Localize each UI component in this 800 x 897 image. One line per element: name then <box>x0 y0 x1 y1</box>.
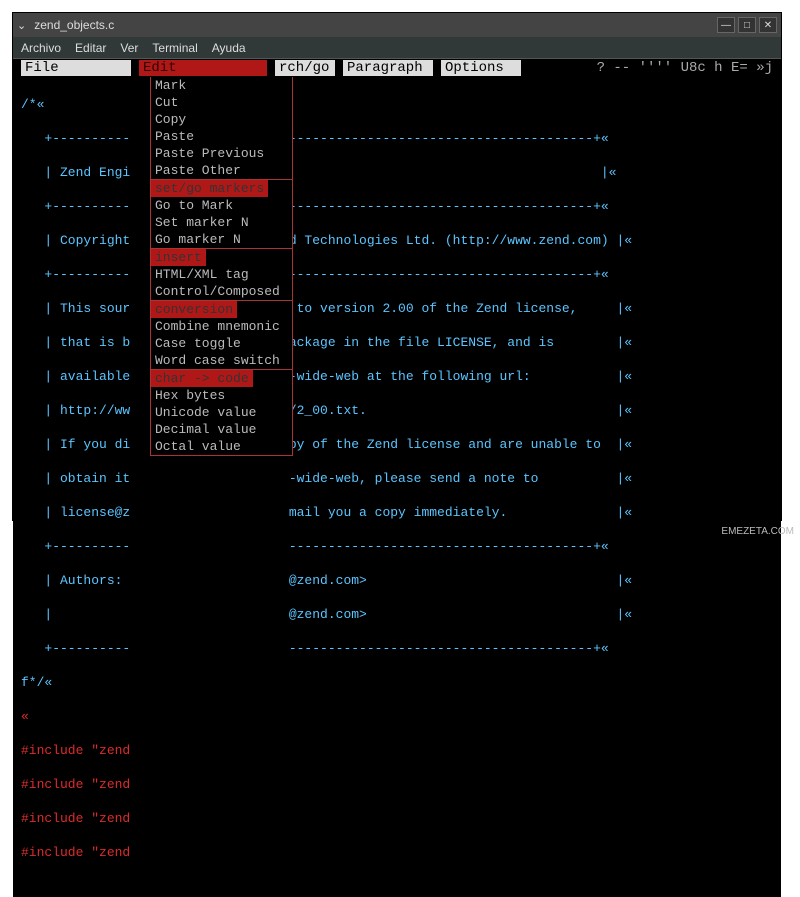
menu-ver[interactable]: Ver <box>120 41 138 55</box>
maximize-button[interactable]: □ <box>738 17 756 33</box>
menu-heading-charcode: char -> code <box>151 370 253 387</box>
menu-item-mark[interactable]: Mark <box>151 77 292 94</box>
menu-editar[interactable]: Editar <box>75 41 106 55</box>
topbar-options[interactable]: Options <box>441 60 521 76</box>
menu-item-combine-mnemonic[interactable]: Combine mnemonic <box>151 318 292 335</box>
topbar-search[interactable]: rch/go <box>275 60 335 76</box>
menu-item-word-case[interactable]: Word case switch <box>151 352 292 369</box>
window-controls: — □ ✕ <box>717 17 777 33</box>
src-line: | This sour <box>21 301 138 316</box>
src-line: @zend.com> |« <box>281 573 632 588</box>
src-line: -wide-web, please send a note to |« <box>281 471 632 486</box>
src-line: @zend.com> |« <box>281 607 632 622</box>
src-line: « <box>21 709 29 724</box>
src-line: mail you a copy immediately. |« <box>281 505 632 520</box>
src-line: | available <box>21 369 138 384</box>
src-line: ---------------------------------------+… <box>281 131 609 146</box>
src-line: #include "zend <box>21 811 130 826</box>
topbar-status: ? -- '''' U8c h E= »j <box>597 60 773 76</box>
src-line: | Zend Engi <box>21 165 138 180</box>
menu-item-cut[interactable]: Cut <box>151 94 292 111</box>
src-line: | that is b <box>21 335 138 350</box>
topbar-paragraph[interactable]: Paragraph <box>343 60 433 76</box>
src-line: ---------------------------------------+… <box>281 267 609 282</box>
menu-item-goto-mark[interactable]: Go to Mark <box>151 197 292 214</box>
src-line: | license@z <box>21 505 138 520</box>
close-button[interactable]: ✕ <box>759 17 777 33</box>
src-line: ackage in the file LICENSE, and is |« <box>281 335 632 350</box>
src-line: ---------------------------------------+… <box>281 641 609 656</box>
src-line: -wide-web at the following url: |« <box>281 369 632 384</box>
window-title: zend_objects.c <box>34 18 114 32</box>
menu-item-unicode[interactable]: Unicode value <box>151 404 292 421</box>
menu-item-paste[interactable]: Paste <box>151 128 292 145</box>
titlebar[interactable]: ⌄ zend_objects.c — □ ✕ <box>13 13 781 37</box>
menu-item-set-marker[interactable]: Set marker N <box>151 214 292 231</box>
terminal-window: ⌄ zend_objects.c — □ ✕ Archivo Editar Ve… <box>12 12 782 521</box>
menu-item-control-composed[interactable]: Control/Composed <box>151 283 292 300</box>
terminal-menubar: Archivo Editar Ver Terminal Ayuda <box>13 37 781 59</box>
menu-heading-conversion: conversion <box>151 301 237 318</box>
src-line: #include "zend <box>21 743 130 758</box>
src-line: py of the Zend license and are unable to… <box>281 437 632 452</box>
menu-item-case-toggle[interactable]: Case toggle <box>151 335 292 352</box>
menu-terminal[interactable]: Terminal <box>152 41 197 55</box>
src-line: #include "zend <box>21 777 130 792</box>
src-line: d Technologies Ltd. (http://www.zend.com… <box>281 233 632 248</box>
src-line: #include "zend <box>21 845 130 860</box>
src-line: | obtain it <box>21 471 138 486</box>
src-line: +---------- <box>21 199 138 214</box>
editor-topbar: File Edit rch/go Paragraph Options ? -- … <box>13 59 781 77</box>
src-line: |« <box>281 165 616 180</box>
src-line: | http://ww <box>21 403 138 418</box>
menu-item-octal[interactable]: Octal value <box>151 438 292 455</box>
topbar-edit[interactable]: Edit <box>139 60 267 76</box>
src-line: /*« <box>21 97 44 112</box>
menu-item-copy[interactable]: Copy <box>151 111 292 128</box>
menu-item-hex[interactable]: Hex bytes <box>151 387 292 404</box>
app-menu-icon[interactable]: ⌄ <box>17 19 26 32</box>
src-line: | <box>21 607 138 622</box>
src-line: | If you di <box>21 437 138 452</box>
menu-heading-setgo: set/go markers <box>151 180 268 197</box>
src-line: | Authors: <box>21 573 138 588</box>
menu-ayuda[interactable]: Ayuda <box>212 41 246 55</box>
menu-item-decimal[interactable]: Decimal value <box>151 421 292 438</box>
menu-item-html-xml[interactable]: HTML/XML tag <box>151 266 292 283</box>
src-line: to version 2.00 of the Zend license, |« <box>281 301 632 316</box>
src-line: f*/« <box>21 675 52 690</box>
menu-item-go-marker[interactable]: Go marker N <box>151 231 292 248</box>
menu-item-paste-other[interactable]: Paste Other <box>151 162 292 179</box>
src-line: | Copyright <box>21 233 138 248</box>
editor-content: /*« +---------- ------------------------… <box>13 77 781 897</box>
minimize-button[interactable]: — <box>717 17 735 33</box>
menu-heading-insert: insert <box>151 249 206 266</box>
src-line: +---------- <box>21 641 138 656</box>
menu-item-paste-previous[interactable]: Paste Previous <box>151 145 292 162</box>
src-line: ---------------------------------------+… <box>281 539 609 554</box>
src-line: /2_00.txt. |« <box>281 403 632 418</box>
src-line: +---------- <box>21 131 138 146</box>
menu-archivo[interactable]: Archivo <box>21 41 61 55</box>
src-line: +---------- <box>21 539 138 554</box>
watermark: EMEZETA.COM <box>721 526 794 537</box>
edit-dropdown-menu: Mark Cut Copy Paste Paste Previous Paste… <box>150 77 293 456</box>
src-line: ---------------------------------------+… <box>281 199 609 214</box>
src-line: +---------- <box>21 267 138 282</box>
topbar-file[interactable]: File <box>21 60 131 76</box>
